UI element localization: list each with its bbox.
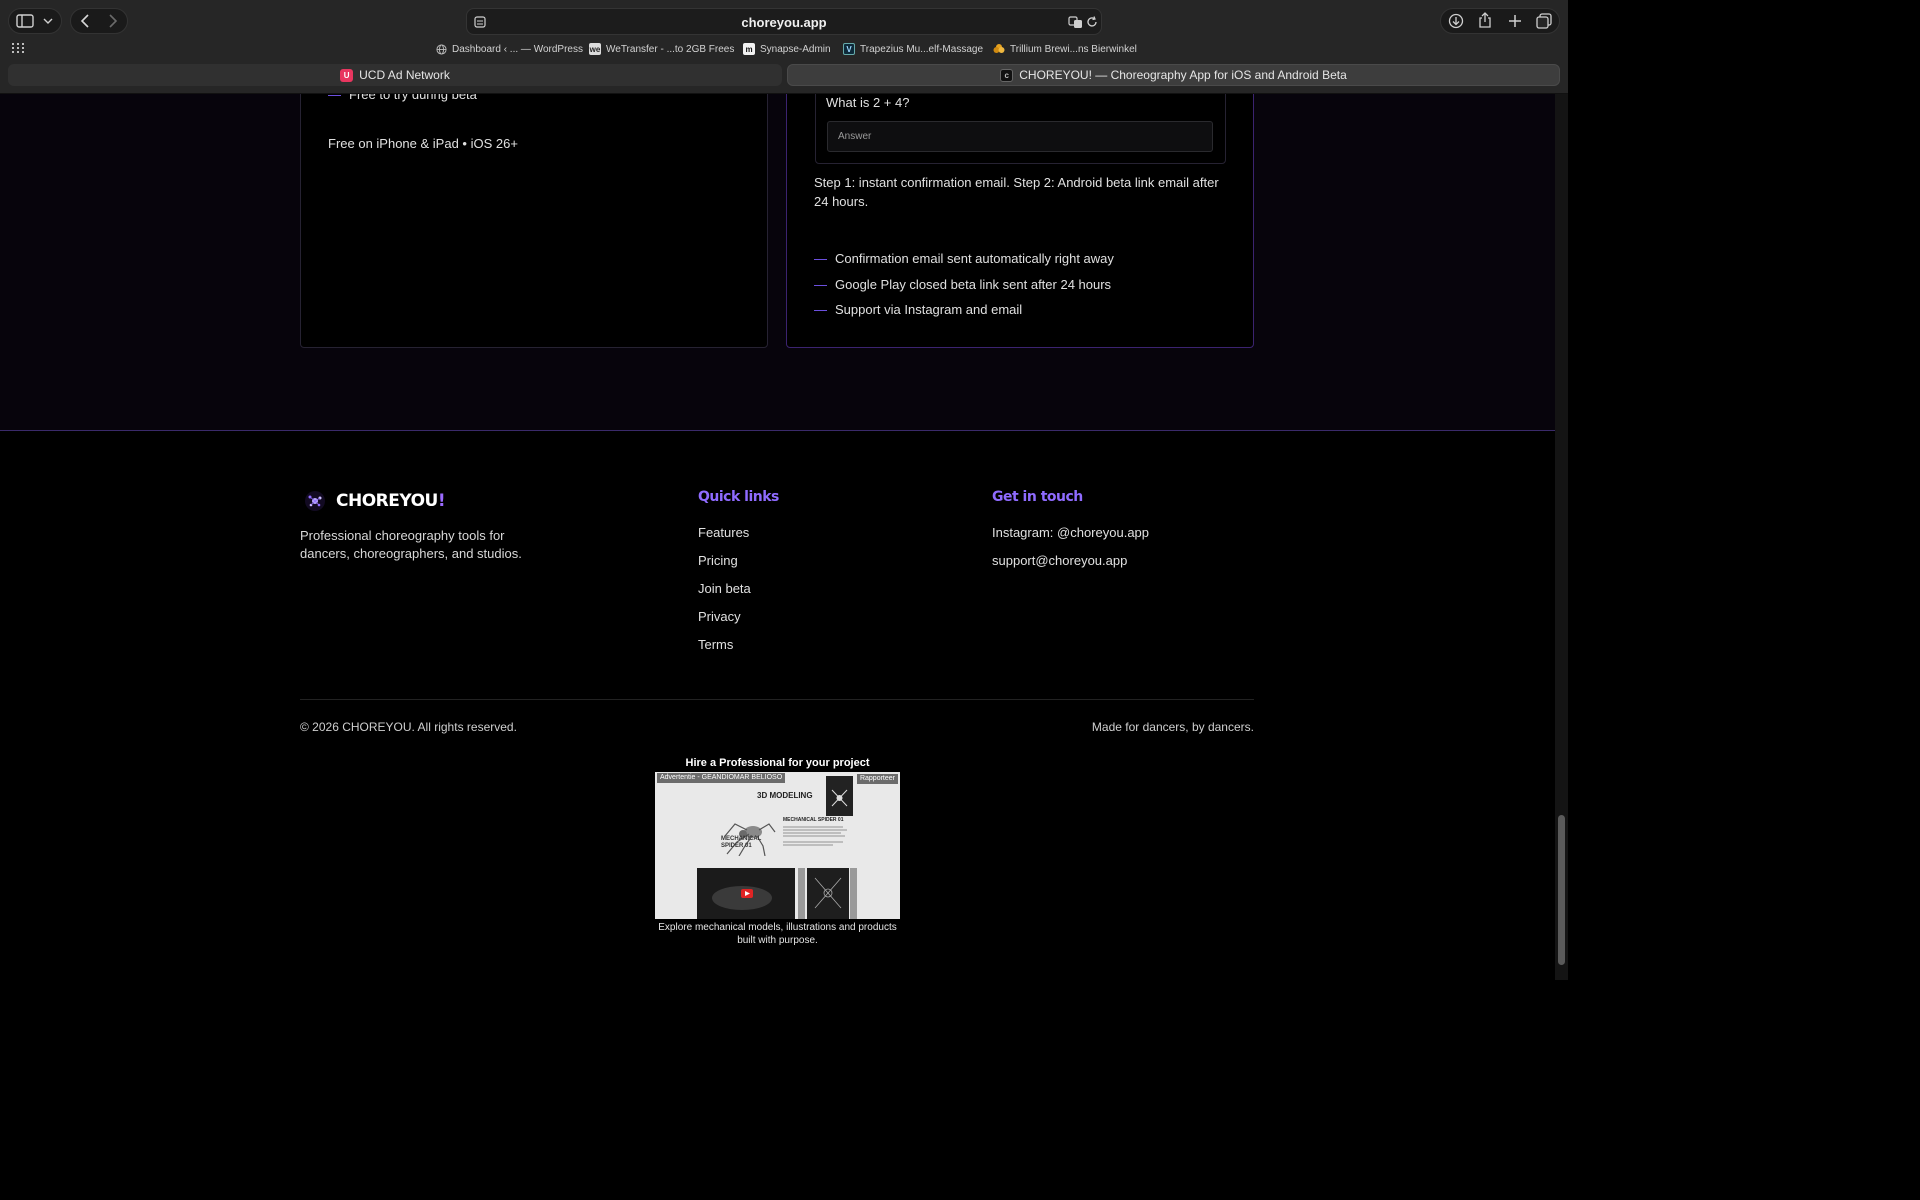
quick-links-title: Quick links xyxy=(698,489,779,505)
footer-link-join-beta[interactable]: Join beta xyxy=(698,581,751,596)
footer-divider xyxy=(300,699,1254,700)
share-icon[interactable] xyxy=(1476,11,1494,29)
ad-second-thumbnail[interactable] xyxy=(807,868,849,919)
bookmark-trapezius[interactable]: V Trapezius Mu...elf-Massage xyxy=(843,43,983,55)
sidebar-icon[interactable] xyxy=(14,13,36,29)
signup-steps-text: Step 1: instant confirmation email. Step… xyxy=(814,175,1219,209)
choreyou-logo-icon xyxy=(305,491,325,511)
bullet-text: Free to try during beta xyxy=(349,94,477,102)
bookmark-trillium[interactable]: Trillium Brewi...ns Bierwinkel xyxy=(993,43,1137,55)
bullet-text: Support via Instagram and email xyxy=(835,302,1023,317)
ad-banner[interactable]: Advertentie - GEANDIOMAR BELIOSO Rapport… xyxy=(655,772,900,919)
copyright-text: © 2026 CHOREYOU. All rights reserved. xyxy=(300,720,517,734)
footer-link-pricing[interactable]: Pricing xyxy=(698,553,738,568)
brand-name: CHOREYOU! xyxy=(336,491,446,511)
ios-plan-card xyxy=(300,94,768,348)
footer-link-terms[interactable]: Terms xyxy=(698,637,733,652)
captcha-question: What is 2 + 4? xyxy=(826,95,910,110)
apps-grid-icon[interactable] xyxy=(10,42,26,54)
ad-body-text xyxy=(783,825,849,849)
ad-subheading: MECHANICAL SPIDER 01 xyxy=(783,817,844,823)
ad-title[interactable]: Hire a Professional for your project xyxy=(655,757,900,769)
web-page: — Free to try during beta Free on iPhone… xyxy=(0,94,1555,980)
trapezius-icon: V xyxy=(843,43,855,55)
bullet-text: Confirmation email sent automatically ri… xyxy=(835,251,1114,266)
dash-icon: — xyxy=(328,94,341,102)
footer-link-privacy[interactable]: Privacy xyxy=(698,609,741,624)
tab-choreyou[interactable]: c CHOREYOU! — Choreography App for iOS a… xyxy=(787,64,1560,86)
ios-availability-note: Free on iPhone & iPad • iOS 26+ xyxy=(328,136,518,151)
ad-video-thumbnail[interactable] xyxy=(697,868,795,919)
section-divider xyxy=(0,430,1555,431)
footer-tagline: Professional choreography tools for danc… xyxy=(300,528,522,561)
ucd-icon: U xyxy=(340,68,354,82)
ad-side-label: MECHANICAL SPIDER 01 xyxy=(721,836,762,849)
ad-carousel-divider xyxy=(850,868,857,919)
bookmark-synapse[interactable]: m Synapse-Admin xyxy=(743,43,831,55)
new-tab-icon[interactable] xyxy=(1506,12,1524,30)
ad-report-button[interactable]: Rapporteer xyxy=(856,774,898,784)
footer-link-features[interactable]: Features xyxy=(698,525,749,540)
pricing-section xyxy=(0,94,1555,430)
dash-icon: — xyxy=(814,302,827,317)
ad-carousel-divider xyxy=(798,868,805,919)
brand-bang: ! xyxy=(437,491,446,511)
reload-icon[interactable] xyxy=(1085,15,1099,29)
bookmark-wetransfer[interactable]: we WeTransfer - ...to 2GB Frees xyxy=(589,43,734,55)
android-bullet: — Google Play closed beta link sent afte… xyxy=(814,277,1111,292)
dash-icon: — xyxy=(814,251,827,266)
dash-icon: — xyxy=(814,277,827,292)
bookmark-wordpress[interactable]: Dashboard ‹ ... — WordPress xyxy=(435,43,583,55)
ad-heading: 3D MODELING xyxy=(757,791,813,800)
downloads-icon[interactable] xyxy=(1447,12,1465,30)
contact-title: Get in touch xyxy=(992,489,1083,505)
bookmark-label: Synapse-Admin xyxy=(760,43,831,55)
translate-icon[interactable] xyxy=(1067,14,1083,30)
footer-link-email[interactable]: support@choreyou.app xyxy=(992,553,1127,568)
wetransfer-icon: we xyxy=(589,43,601,55)
globe-icon xyxy=(435,43,447,55)
captcha-answer-input[interactable] xyxy=(827,121,1213,152)
android-bullet: — Confirmation email sent automatically … xyxy=(814,251,1114,266)
address-bar[interactable]: choreyou.app xyxy=(466,8,1102,35)
footer-link-instagram[interactable]: Instagram: @choreyou.app xyxy=(992,525,1149,540)
tab-ucd-ad-network[interactable]: U UCD Ad Network xyxy=(8,64,782,86)
page-scrollbar-thumb[interactable] xyxy=(1558,815,1565,965)
brand-text: CHOREYOU xyxy=(336,491,438,511)
ad-label[interactable]: Advertentie - GEANDIOMAR BELIOSO xyxy=(657,773,786,783)
made-for-text: Made for dancers, by dancers. xyxy=(1091,720,1254,734)
chevron-down-icon[interactable] xyxy=(40,13,56,29)
bookmark-label: Dashboard ‹ ... — WordPress xyxy=(452,43,583,55)
bullet-text: Google Play closed beta link sent after … xyxy=(835,277,1112,292)
tab-overview-icon[interactable] xyxy=(1535,12,1553,30)
back-icon[interactable] xyxy=(76,13,94,29)
bookmark-label: WeTransfer - ...to 2GB Frees xyxy=(606,43,735,55)
tab-title: UCD Ad Network xyxy=(359,68,450,82)
trillium-icon xyxy=(993,43,1005,55)
bookmark-label: Trapezius Mu...elf-Massage xyxy=(860,43,984,55)
ad-poster-thumbnail xyxy=(826,776,853,816)
browser-toolbar: choreyou.app xyxy=(0,0,1568,42)
synapse-icon: m xyxy=(743,43,755,55)
forward-icon[interactable] xyxy=(104,13,122,29)
ad-caption: Explore mechanical models, illustrations… xyxy=(658,922,897,946)
ios-bullet: — Free to try during beta xyxy=(328,94,477,102)
url-text[interactable]: choreyou.app xyxy=(467,15,1101,30)
bookmark-label: Trillium Brewi...ns Bierwinkel xyxy=(1010,43,1137,55)
choreyou-tab-icon: c xyxy=(1000,68,1014,82)
tab-title: CHOREYOU! — Choreography App for iOS and… xyxy=(1019,68,1347,82)
footer-logo[interactable]: CHOREYOU! xyxy=(304,490,446,512)
android-bullet: — Support via Instagram and email xyxy=(814,302,1022,317)
